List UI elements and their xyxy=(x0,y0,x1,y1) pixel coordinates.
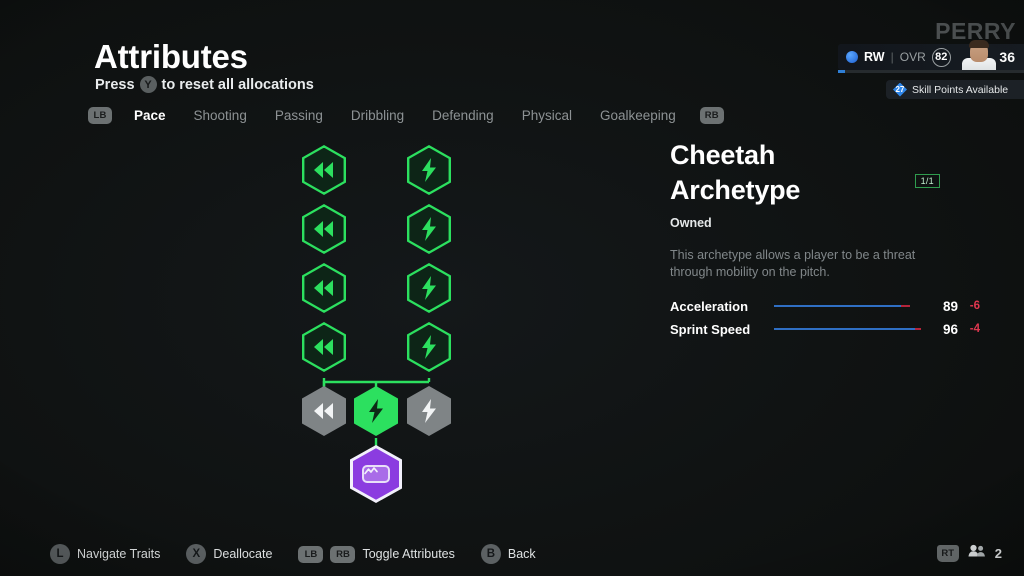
b-button-icon: B xyxy=(480,544,501,564)
x-button-icon: X xyxy=(186,544,207,564)
lightning-icon xyxy=(407,204,451,254)
stat-delta: -6 xyxy=(969,300,980,313)
ovr-label: OVR xyxy=(899,50,926,64)
player-summary-row: RW | OVR 82 xyxy=(838,44,1024,70)
lightning-icon xyxy=(407,263,451,313)
archetype-title: Cheetah Archetype xyxy=(670,138,980,207)
archetype-detail-panel: Cheetah Archetype 1/1 Owned This archety… xyxy=(670,138,980,341)
skill-node-accel-2[interactable] xyxy=(302,204,346,254)
lightning-icon xyxy=(407,386,451,436)
skill-node-sprint-4[interactable] xyxy=(407,322,451,372)
lightning-icon xyxy=(407,145,451,195)
tree-connectors xyxy=(322,223,431,450)
stat-label: Acceleration xyxy=(670,298,749,314)
skill-points-label: Skill Points Available xyxy=(912,83,1009,96)
reset-hint-suffix: to reset all allocations xyxy=(161,76,314,93)
tab-dribbling[interactable]: Dribbling xyxy=(337,108,418,123)
lightning-icon xyxy=(354,386,398,436)
players-icon xyxy=(968,544,986,562)
footer-action-label: Toggle Attributes xyxy=(362,547,455,561)
attribute-tabbar: LB Pace Shooting Passing Dribbling Defen… xyxy=(88,107,724,124)
rewind-icon xyxy=(302,386,346,436)
tab-pace[interactable]: Pace xyxy=(120,108,180,123)
stat-value: 89 xyxy=(942,298,958,314)
reset-hint-prefix: Press xyxy=(95,76,135,93)
footer-action-navigate-traits[interactable]: L Navigate Traits xyxy=(50,544,160,564)
player-position: RW xyxy=(864,50,885,64)
skill-node-accel-3[interactable] xyxy=(302,263,346,313)
skill-node-playstyle[interactable] xyxy=(350,445,402,503)
skill-node-accel-1[interactable] xyxy=(302,145,346,195)
stat-bar xyxy=(774,323,927,335)
footer-action-back[interactable]: B Back xyxy=(480,544,536,564)
rewind-icon xyxy=(302,204,346,254)
skill-node-sprint-2[interactable] xyxy=(407,204,451,254)
stat-bar xyxy=(774,300,927,312)
lb-bumper-icon[interactable]: LB xyxy=(88,107,112,124)
rb-bumper-icon: RB xyxy=(330,545,356,563)
tab-defending[interactable]: Defending xyxy=(418,108,508,123)
skill-node-base-left[interactable] xyxy=(302,386,346,436)
archetype-title-line1: Cheetah xyxy=(670,140,776,170)
tab-physical[interactable]: Physical xyxy=(508,108,586,123)
skill-node-sprint-3[interactable] xyxy=(407,263,451,313)
player-age: 36 xyxy=(999,49,1015,65)
screen-root: Attributes Press Y to reset all allocati… xyxy=(0,0,1024,576)
skill-tree xyxy=(290,145,490,503)
rt-trigger-icon[interactable]: RT xyxy=(936,544,959,562)
rewind-icon xyxy=(302,263,346,313)
skill-node-base-right[interactable] xyxy=(407,386,451,436)
player-divider: | xyxy=(890,50,894,64)
player-count: 2 xyxy=(994,545,1002,561)
footer-actions: L Navigate Traits X Deallocate LB RB Tog… xyxy=(50,544,536,564)
l-stick-icon: L xyxy=(50,544,70,564)
position-dot-icon xyxy=(846,51,858,63)
stat-label: Sprint Speed xyxy=(670,321,751,337)
player-card: PERRY RW | OVR 82 36 27 Skill Points Ava… xyxy=(830,18,1024,99)
stat-row-acceleration: Acceleration 89 -6 xyxy=(670,295,980,318)
skill-node-base-center[interactable] xyxy=(354,386,398,436)
ovr-value: 82 xyxy=(931,47,951,67)
stat-delta: -4 xyxy=(969,323,980,336)
skill-node-sprint-1[interactable] xyxy=(407,145,451,195)
tab-passing[interactable]: Passing xyxy=(261,108,337,123)
avatar-hair xyxy=(969,40,989,48)
tab-goalkeeping[interactable]: Goalkeeping xyxy=(586,108,690,123)
footer-action-toggle-attributes[interactable]: LB RB Toggle Attributes xyxy=(298,545,455,563)
player-progress-bar xyxy=(838,70,1024,73)
reset-hint: Press Y to reset all allocations xyxy=(95,76,314,93)
footer-action-label: Deallocate xyxy=(213,547,273,561)
skill-points-badge: 27 xyxy=(893,82,907,97)
lightning-icon xyxy=(407,322,451,372)
footer-action-deallocate[interactable]: X Deallocate xyxy=(186,544,272,564)
lb-bumper-icon: LB xyxy=(298,545,324,563)
footer-action-label: Back xyxy=(507,547,536,561)
rewind-icon xyxy=(302,322,346,372)
y-button-icon[interactable]: Y xyxy=(139,76,157,93)
archetype-owned-status: Owned xyxy=(670,216,712,231)
rewind-icon xyxy=(302,145,346,195)
skill-points-row: 27 Skill Points Available xyxy=(886,80,1024,99)
archetype-stats: Acceleration 89 -6 Sprint Speed 96 -4 xyxy=(670,295,980,341)
skill-node-accel-4[interactable] xyxy=(302,322,346,372)
archetype-description: This archetype allows a player to be a t… xyxy=(670,248,916,280)
tab-shooting[interactable]: Shooting xyxy=(180,108,261,123)
player-avatar xyxy=(962,40,996,72)
page-title: Attributes xyxy=(94,38,248,75)
rb-bumper-icon[interactable]: RB xyxy=(699,107,724,124)
footer-right-group: RT 2 xyxy=(936,544,1002,562)
archetype-count-badge: 1/1 xyxy=(914,174,940,188)
stat-row-sprint-speed: Sprint Speed 96 -4 xyxy=(670,318,980,341)
footer-action-label: Navigate Traits xyxy=(77,547,161,561)
stat-value: 96 xyxy=(942,321,958,337)
playstyle-card-icon xyxy=(362,465,390,483)
